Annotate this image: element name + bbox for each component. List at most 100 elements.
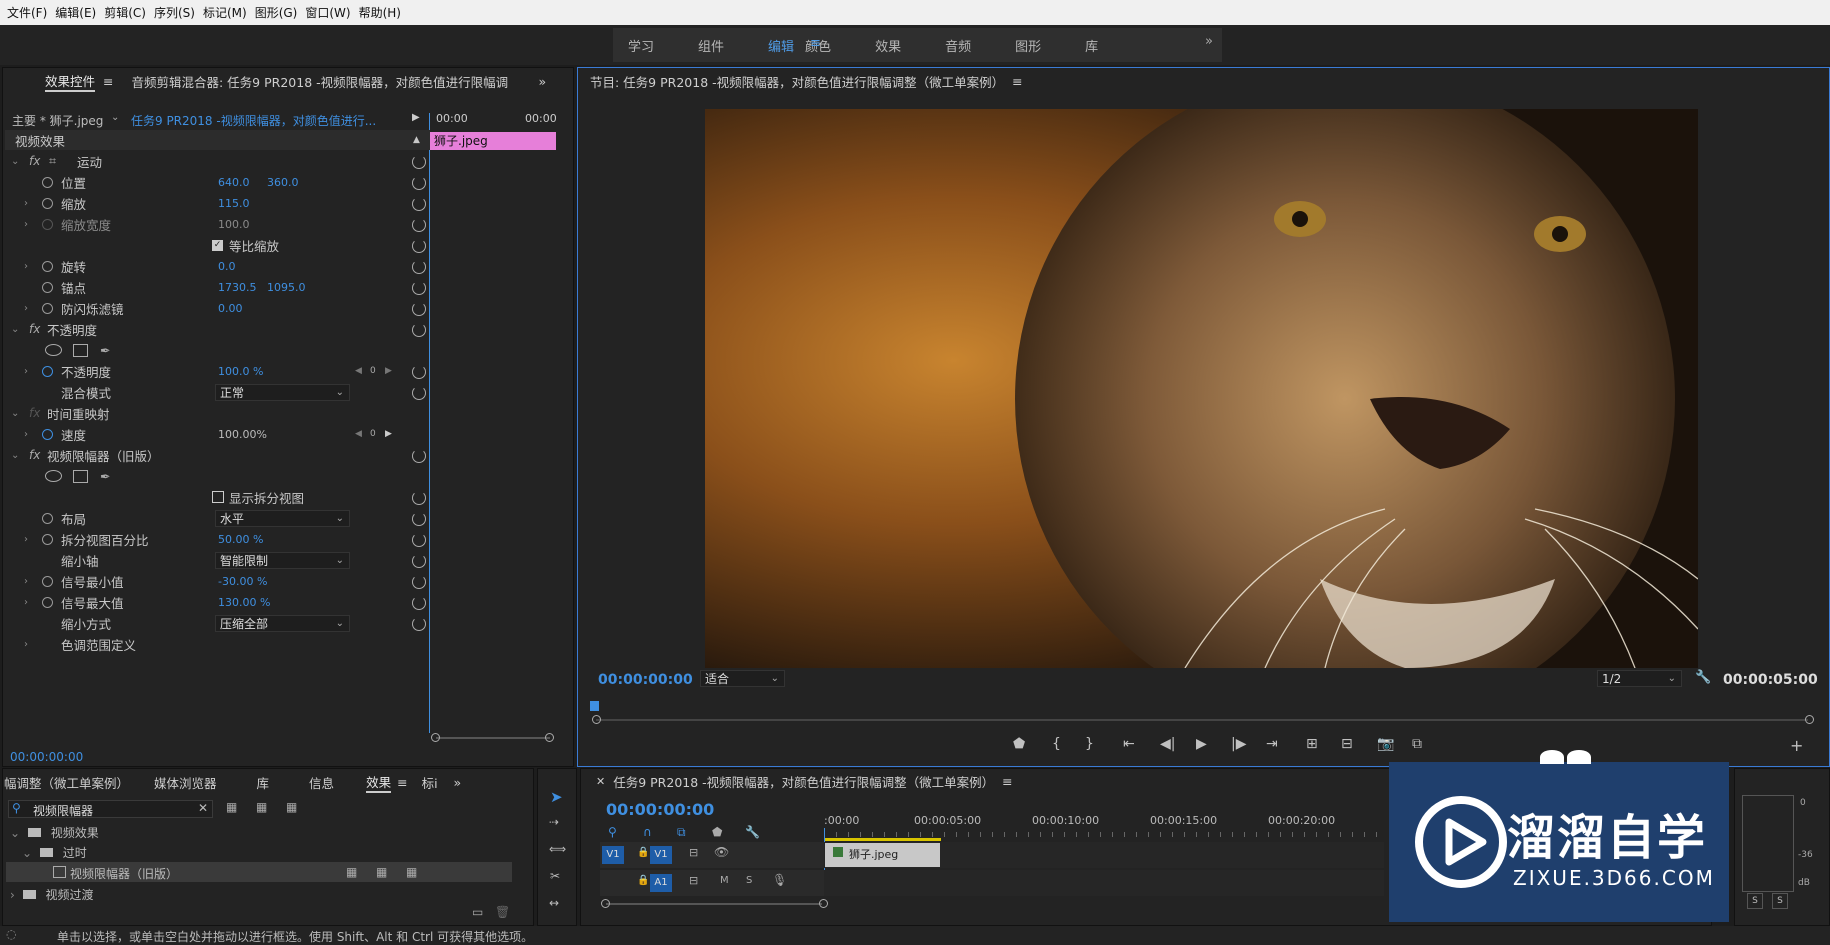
rotation-value[interactable]: 0.0 <box>218 260 236 273</box>
stopwatch-icon[interactable] <box>42 303 53 314</box>
opacity-value[interactable]: 100.0 % <box>218 365 263 378</box>
chevron-down-icon[interactable]: ⌄ <box>10 826 20 840</box>
chevron-down-icon[interactable]: ⌄ <box>11 324 19 335</box>
source-patch-v1[interactable]: V1 <box>602 846 624 864</box>
menu-sequence[interactable]: 序列(S) <box>154 4 195 21</box>
workspace-learn[interactable]: 学习 <box>628 36 654 55</box>
reset-icon[interactable] <box>412 155 426 169</box>
timeline-clip[interactable]: 狮子.jpeg <box>825 843 940 867</box>
add-marker-button[interactable]: ⬟ <box>1013 736 1025 752</box>
fx-icon[interactable]: fx <box>29 322 40 336</box>
play-button[interactable]: ▶ <box>1196 736 1207 752</box>
effect-opacity[interactable]: ⌄ fx 不透明度 <box>5 319 430 339</box>
stopwatch-icon[interactable] <box>42 198 53 209</box>
chevron-down-icon[interactable]: ⌄ <box>11 156 19 167</box>
add-marker-icon[interactable]: ⬟ <box>712 825 722 839</box>
effect-panel-timecode[interactable]: 00:00:00:00 <box>10 750 83 764</box>
32bit-effects-icon[interactable]: ▦ <box>256 800 267 814</box>
delete-icon[interactable]: 🗑 <box>495 905 510 919</box>
stopwatch-icon[interactable] <box>42 261 53 272</box>
reset-icon[interactable] <box>412 281 426 295</box>
program-title[interactable]: 节目: 任务9 PR2018 -视频限幅器，对颜色值进行限幅调整（微工单案例） <box>590 72 1004 91</box>
stopwatch-icon[interactable] <box>42 597 53 608</box>
stopwatch-icon[interactable] <box>42 177 53 188</box>
fx-icon[interactable]: fx <box>29 448 40 462</box>
position-x-value[interactable]: 640.0 <box>218 176 250 189</box>
extract-button[interactable]: ⊟ <box>1341 736 1353 752</box>
fit-dropdown[interactable]: 适合 ⌄ <box>700 670 785 687</box>
split-percent-value[interactable]: 50.00 % <box>218 533 263 546</box>
mute-button[interactable]: M <box>720 875 729 886</box>
camera-icon[interactable]: 📷 <box>1377 736 1394 752</box>
tab-markers[interactable]: 标i <box>422 773 438 792</box>
pen-mask-icon[interactable]: ✒ <box>100 343 110 358</box>
reset-icon[interactable] <box>412 218 426 232</box>
tab-info[interactable]: 信息 <box>309 773 334 792</box>
zoom-handle-right[interactable] <box>545 733 554 742</box>
menu-window[interactable]: 窗口(W) <box>305 4 350 21</box>
keyframe-add-icon[interactable]: 0 <box>370 366 376 376</box>
position-y-value[interactable]: 360.0 <box>267 176 299 189</box>
tab-effects[interactable]: 效果 <box>366 772 392 793</box>
workspace-overflow-icon[interactable]: » <box>1205 34 1213 49</box>
tree-video-effects[interactable]: ⌄ 视频效果 <box>10 824 99 841</box>
panel-overflow-icon[interactable]: » <box>454 775 462 790</box>
stopwatch-icon[interactable] <box>42 513 53 524</box>
menu-graphics[interactable]: 图形(G) <box>255 4 298 21</box>
reset-icon[interactable] <box>412 260 426 274</box>
tab-menu-icon[interactable]: ≡ <box>103 74 113 89</box>
lift-button[interactable]: ⊞ <box>1306 736 1318 752</box>
stopwatch-icon[interactable] <box>42 576 53 587</box>
chevron-right-icon[interactable]: › <box>24 534 28 545</box>
tab-media-browser[interactable]: 媒体浏览器 <box>154 773 217 792</box>
timeline-zoom-right[interactable] <box>819 899 828 908</box>
time-ruler[interactable]: :00:00 00:00:05:00 00:00:10:00 00:00:15:… <box>824 808 1384 838</box>
keyframe-next-icon[interactable]: ▶ <box>385 366 392 376</box>
nest-toggle-icon[interactable]: ⚲ <box>608 825 617 839</box>
menu-clip[interactable]: 剪辑(C) <box>104 4 146 21</box>
effects-search-box[interactable]: ⚲ 视频限幅器 ✕ <box>8 800 213 818</box>
tab-project[interactable]: 幅调整（微工单案例） <box>4 773 129 792</box>
razor-tool-icon[interactable]: ✂ <box>550 869 560 883</box>
ellipse-mask-icon[interactable] <box>45 344 62 356</box>
reset-icon[interactable] <box>412 176 426 190</box>
reset-icon[interactable] <box>412 491 426 505</box>
sync-lock-icon[interactable]: ⊟ <box>689 874 698 887</box>
workspace-menu-icon[interactable]: ≡ <box>810 36 821 51</box>
rect-mask-icon[interactable] <box>73 343 88 357</box>
mark-out-button[interactable]: } <box>1085 736 1094 752</box>
search-input[interactable]: 视频限幅器 <box>33 802 93 819</box>
effect-time-remap[interactable]: ⌄ fx 时间重映射 <box>5 403 430 423</box>
workspace-libraries[interactable]: 库 <box>1085 36 1098 55</box>
chevron-right-icon[interactable]: › <box>10 888 15 902</box>
anchor-y-value[interactable]: 1095.0 <box>267 281 306 294</box>
add-button[interactable]: + <box>1790 736 1803 755</box>
scale-value[interactable]: 115.0 <box>218 197 250 210</box>
snap-icon[interactable]: ∩ <box>643 825 652 839</box>
yuv-effects-icon[interactable]: ▦ <box>286 800 297 814</box>
program-timecode[interactable]: 00:00:00:00 <box>598 672 693 688</box>
tab-effects-menu-icon[interactable]: ≡ <box>397 775 407 790</box>
reset-icon[interactable] <box>412 554 426 568</box>
menu-marker[interactable]: 标记(M) <box>203 4 247 21</box>
pen-mask-icon[interactable]: ✒ <box>100 469 110 484</box>
panel-overflow-icon[interactable]: » <box>539 74 547 89</box>
compare-view-button[interactable]: ⧉ <box>1412 736 1422 752</box>
new-bin-icon[interactable]: ▭ <box>472 905 483 919</box>
chevron-down-icon[interactable]: ⌄ <box>11 450 19 461</box>
settings-wrench-icon[interactable]: 🔧 <box>745 825 760 839</box>
tree-video-limiter[interactable]: 视频限幅器（旧版） ▦ ▦ ▦ <box>6 862 512 882</box>
keyframe-prev-icon[interactable]: ◀ <box>355 366 362 376</box>
chevron-right-icon[interactable]: › <box>24 219 28 230</box>
scroll-up-icon[interactable]: ▲ <box>413 135 420 145</box>
timeline-zoom-left[interactable] <box>601 899 610 908</box>
solo-right-button[interactable]: S <box>1772 893 1788 909</box>
resolution-dropdown[interactable]: 1/2 ⌄ <box>1597 670 1682 687</box>
workspace-editing[interactable]: 编辑 <box>768 36 794 55</box>
chevron-down-icon[interactable]: ⌄ <box>11 408 19 419</box>
track-a1-lane[interactable] <box>824 870 1384 896</box>
solo-button[interactable]: S <box>746 875 752 886</box>
go-to-out-button[interactable]: ⇥ <box>1266 736 1278 752</box>
reset-icon[interactable] <box>412 449 426 463</box>
reset-icon[interactable] <box>412 302 426 316</box>
